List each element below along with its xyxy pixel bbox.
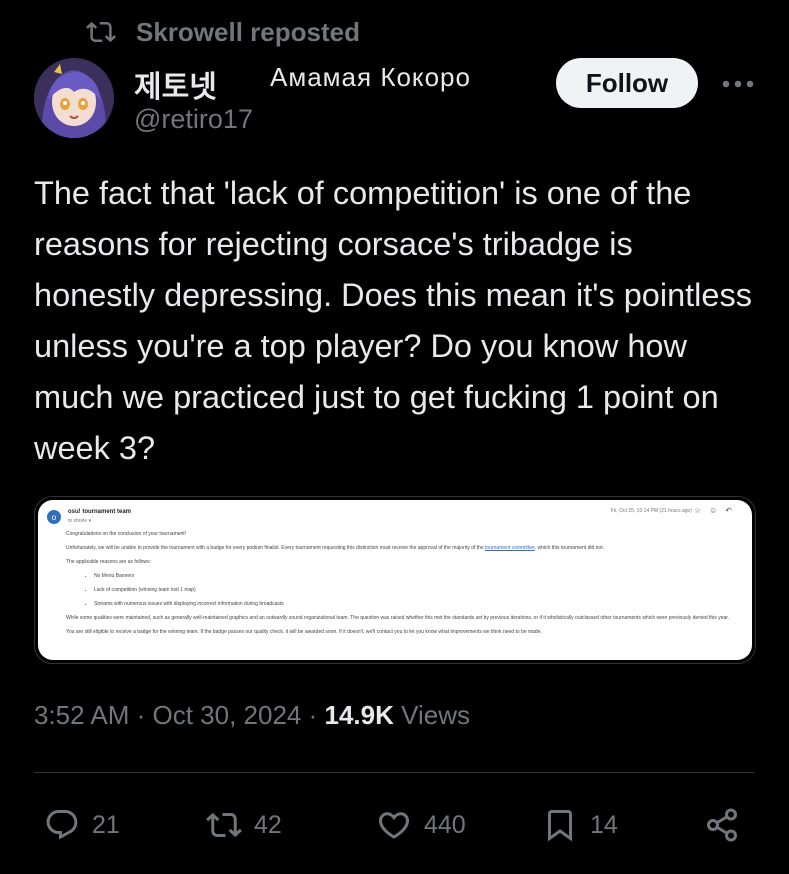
email-reason: Lack of competition (winning team lost 1… bbox=[94, 586, 742, 594]
heart-icon bbox=[378, 812, 410, 839]
repost-icon bbox=[86, 21, 116, 43]
views-count: 14.9K bbox=[324, 700, 394, 730]
more-icon[interactable] bbox=[720, 66, 756, 102]
tweet-meta: 3:52 AM · Oct 30, 2024 · 14.9K Views bbox=[34, 700, 470, 731]
tweet-time[interactable]: 3:52 AM bbox=[34, 700, 129, 730]
like-button[interactable]: 440 bbox=[376, 800, 466, 850]
email-recipient: to shrele ▾ bbox=[68, 518, 92, 524]
follow-button[interactable]: Follow bbox=[556, 58, 698, 108]
tweet-text: The fact that 'lack of competition' is o… bbox=[34, 175, 752, 466]
share-icon bbox=[707, 808, 737, 842]
bookmark-icon bbox=[548, 810, 572, 842]
action-bar: 21 42 440 14 bbox=[0, 800, 789, 850]
tweet-date[interactable]: Oct 30, 2024 bbox=[153, 700, 302, 730]
bookmark-count: 14 bbox=[590, 810, 618, 839]
repost-icon bbox=[206, 812, 242, 838]
email-sender: osu! tournament team bbox=[68, 509, 132, 515]
reply-icon bbox=[46, 810, 78, 840]
email-paragraph: Unfortunately, we will be unable to prov… bbox=[66, 544, 742, 552]
views-label: Views bbox=[393, 700, 471, 730]
email-reasons-intro: The applicable reasons are as follows: bbox=[66, 559, 152, 565]
like-count: 440 bbox=[424, 810, 466, 839]
sender-avatar: o bbox=[47, 510, 61, 524]
email-date: Fri, Oct 25, 10:14 PM (21 hours ago) bbox=[610, 508, 692, 514]
divider bbox=[34, 772, 754, 773]
repost-label: Skrowell reposted bbox=[136, 16, 360, 47]
share-button[interactable] bbox=[704, 800, 740, 850]
repost-count: 42 bbox=[254, 810, 282, 839]
star-icon: ☆ bbox=[693, 506, 702, 515]
display-name[interactable]: 제토넷 bbox=[134, 62, 217, 106]
meta-separator: · bbox=[129, 700, 153, 730]
email-reasons-list: No Menu Banners Lack of competition (win… bbox=[66, 572, 742, 608]
email-actions: ☆ ☺ ↶ bbox=[694, 506, 732, 515]
email-greeting: Congratulations on the conclusion of you… bbox=[66, 531, 187, 537]
reply-count: 21 bbox=[92, 810, 120, 839]
email-paragraph: While some qualities were maintained, su… bbox=[66, 615, 730, 621]
reply-icon: ↶ bbox=[725, 506, 732, 515]
email-link: tournament committee bbox=[485, 545, 535, 551]
alt-name: Амамая Кокоро bbox=[270, 62, 471, 92]
repost-header[interactable]: Skrowell reposted bbox=[86, 14, 360, 50]
handle[interactable]: @retiro17 bbox=[134, 104, 253, 135]
meta-separator: · bbox=[301, 700, 325, 730]
email-reason: No Menu Banners bbox=[94, 572, 742, 580]
emoji-icon: ☺ bbox=[709, 506, 718, 515]
email-screenshot: o osu! tournament team to shrele ▾ Fri, … bbox=[38, 500, 752, 660]
email-paragraph-text: Unfortunately, we will be unable to prov… bbox=[66, 545, 484, 551]
repost-button[interactable]: 42 bbox=[206, 800, 282, 850]
reply-button[interactable]: 21 bbox=[44, 800, 120, 850]
avatar[interactable] bbox=[34, 58, 114, 138]
bookmark-button[interactable]: 14 bbox=[542, 800, 618, 850]
email-paragraph-text: , which this tournament did not. bbox=[534, 545, 604, 551]
email-body: Congratulations on the conclusion of you… bbox=[66, 530, 742, 642]
email-paragraph: You are still eligible to receive a badg… bbox=[66, 629, 542, 635]
email-reason: Streams with numerous issues with displa… bbox=[94, 600, 742, 608]
media-card[interactable]: o osu! tournament team to shrele ▾ Fri, … bbox=[34, 496, 756, 664]
anime-avatar bbox=[34, 58, 114, 138]
